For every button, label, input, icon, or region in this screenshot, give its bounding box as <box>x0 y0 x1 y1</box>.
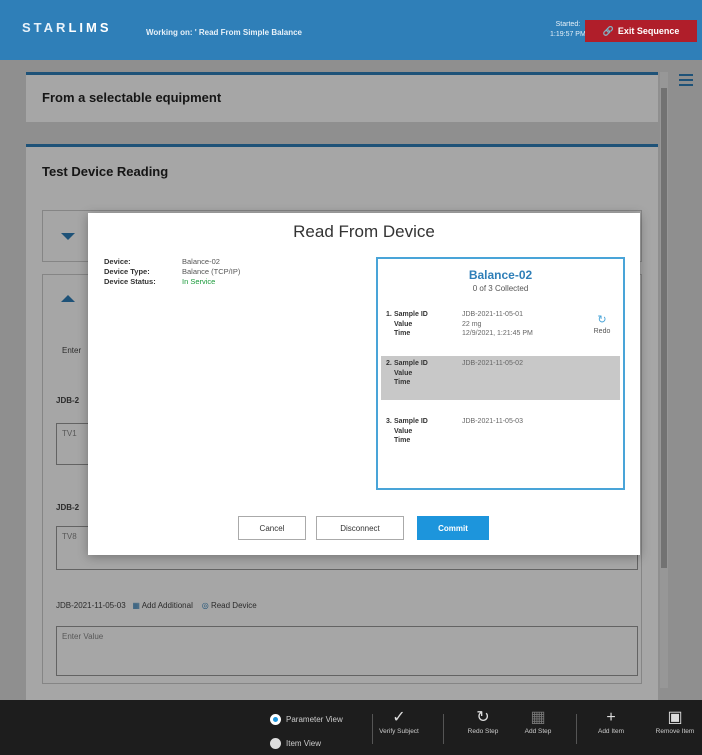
add-step-label: Add Step <box>524 728 552 735</box>
sample-value-value: 22 mg <box>462 320 482 328</box>
toolbar-divider <box>576 714 577 744</box>
remove-item-icon: ▣ <box>667 709 683 726</box>
sample-time-key: Time <box>394 437 411 444</box>
device-status-key: Device Status: <box>104 277 156 286</box>
link-icon: 🔗 <box>602 25 614 36</box>
read-from-device-dialog: Read From Device Device: Balance-02 Devic… <box>88 213 640 555</box>
redo-step-button[interactable]: ↻ Redo Step <box>463 708 503 736</box>
exit-sequence-label: Exit Sequence <box>617 26 680 36</box>
started-time: 1:19:57 PM <box>550 31 586 38</box>
started-label: Started: <box>555 21 581 28</box>
redo-label: Redo <box>593 328 611 335</box>
radio-unselected-icon <box>270 738 281 749</box>
add-step-button[interactable]: ▦ Add Step <box>518 708 558 736</box>
sample-time-key: Time <box>394 379 411 386</box>
starlims-logo: STARLIMS <box>22 20 112 35</box>
top-bar: STARLIMS Working on: ' Read From Simple … <box>0 0 702 60</box>
sample-value-key: Value <box>394 320 413 328</box>
toolbar-divider <box>372 714 373 744</box>
sample-time-value: 12/9/2021, 1:21:45 PM <box>462 330 533 337</box>
device-info: Device: Balance-02 Device Type: Balance (T… <box>104 257 240 287</box>
device-type-value: Balance (TCP/IP) <box>182 267 241 276</box>
radio-selected-icon <box>270 714 281 725</box>
exit-sequence-button[interactable]: 🔗 Exit Sequence <box>585 20 697 42</box>
collection-count: 0 of 3 Collected <box>472 284 529 293</box>
redo-button[interactable]: ↻ Redo <box>587 313 617 337</box>
sample-item[interactable]: 1. Sample ID JDB-2021-11-05-01 Value 22 mg … <box>381 307 620 351</box>
sample-id-key: Sample ID <box>394 311 428 318</box>
item-view-radio[interactable]: Item View <box>270 738 321 749</box>
sample-time-key: Time <box>394 330 411 337</box>
sample-item[interactable]: 3. Sample ID JDB-2021-11-05-03 Value Time <box>381 414 620 458</box>
device-key: Device: <box>104 257 131 266</box>
started-info: Started: 1:19:57 PM <box>550 20 586 40</box>
toolbar-divider <box>443 714 444 744</box>
logo-lims-text: LIMS <box>68 20 112 35</box>
collection-panel: Balance-02 0 of 3 Collected 1. Sample ID J… <box>376 257 625 490</box>
add-item-button[interactable]: + Add Item <box>591 708 631 736</box>
bottom-toolbar: Parameter View Item View ✓ Verify Subjec… <box>0 700 702 755</box>
redo-step-label: Redo Step <box>467 728 499 735</box>
sample-id-key: Sample ID <box>394 418 428 425</box>
sample-id-value: JDB-2021-11-05-01 <box>462 311 523 318</box>
item-view-label: Item View <box>286 739 321 748</box>
sample-value-key: Value <box>394 369 413 377</box>
device-value: Balance-02 <box>182 257 220 266</box>
sample-number: 3. <box>386 418 392 425</box>
parameter-view-label: Parameter View <box>286 715 343 724</box>
device-status-value: In Service <box>182 277 216 286</box>
sample-id-key: Sample ID <box>394 360 428 367</box>
check-circle-icon: ✓ <box>392 709 406 726</box>
add-item-label: Add Item <box>597 728 624 735</box>
sample-item[interactable]: 2. Sample ID JDB-2021-11-05-02 Value Time <box>381 356 620 400</box>
commit-button[interactable]: Commit <box>417 516 489 540</box>
disconnect-button[interactable]: Disconnect <box>316 516 404 540</box>
redo-icon: ↻ <box>597 314 607 326</box>
verify-subject-label: Verify Subject <box>379 728 419 735</box>
parameter-view-radio[interactable]: Parameter View <box>270 714 343 725</box>
collection-device-name: Balance-02 <box>468 268 533 282</box>
verify-subject-button[interactable]: ✓ Verify Subject <box>379 708 419 736</box>
add-step-icon: ▦ <box>530 709 546 726</box>
sample-number: 2. <box>386 360 392 367</box>
sample-number: 1. <box>386 311 392 318</box>
remove-item-label: Remove Item <box>655 728 695 735</box>
remove-item-button[interactable]: ▣ Remove Item <box>655 708 695 736</box>
cancel-button[interactable]: Cancel <box>238 516 306 540</box>
sample-value-key: Value <box>394 427 413 435</box>
sample-id-value: JDB-2021-11-05-03 <box>462 418 523 425</box>
working-on-label: Working on: ' Read From Simple Balance <box>146 28 303 37</box>
redo-step-icon: ↻ <box>476 709 490 726</box>
plus-icon: + <box>606 709 616 726</box>
device-type-key: Device Type: <box>104 267 150 276</box>
dialog-title: Read From Device <box>293 222 435 241</box>
sample-id-value: JDB-2021-11-05-02 <box>462 360 523 367</box>
logo-star-text: STAR <box>22 20 69 35</box>
